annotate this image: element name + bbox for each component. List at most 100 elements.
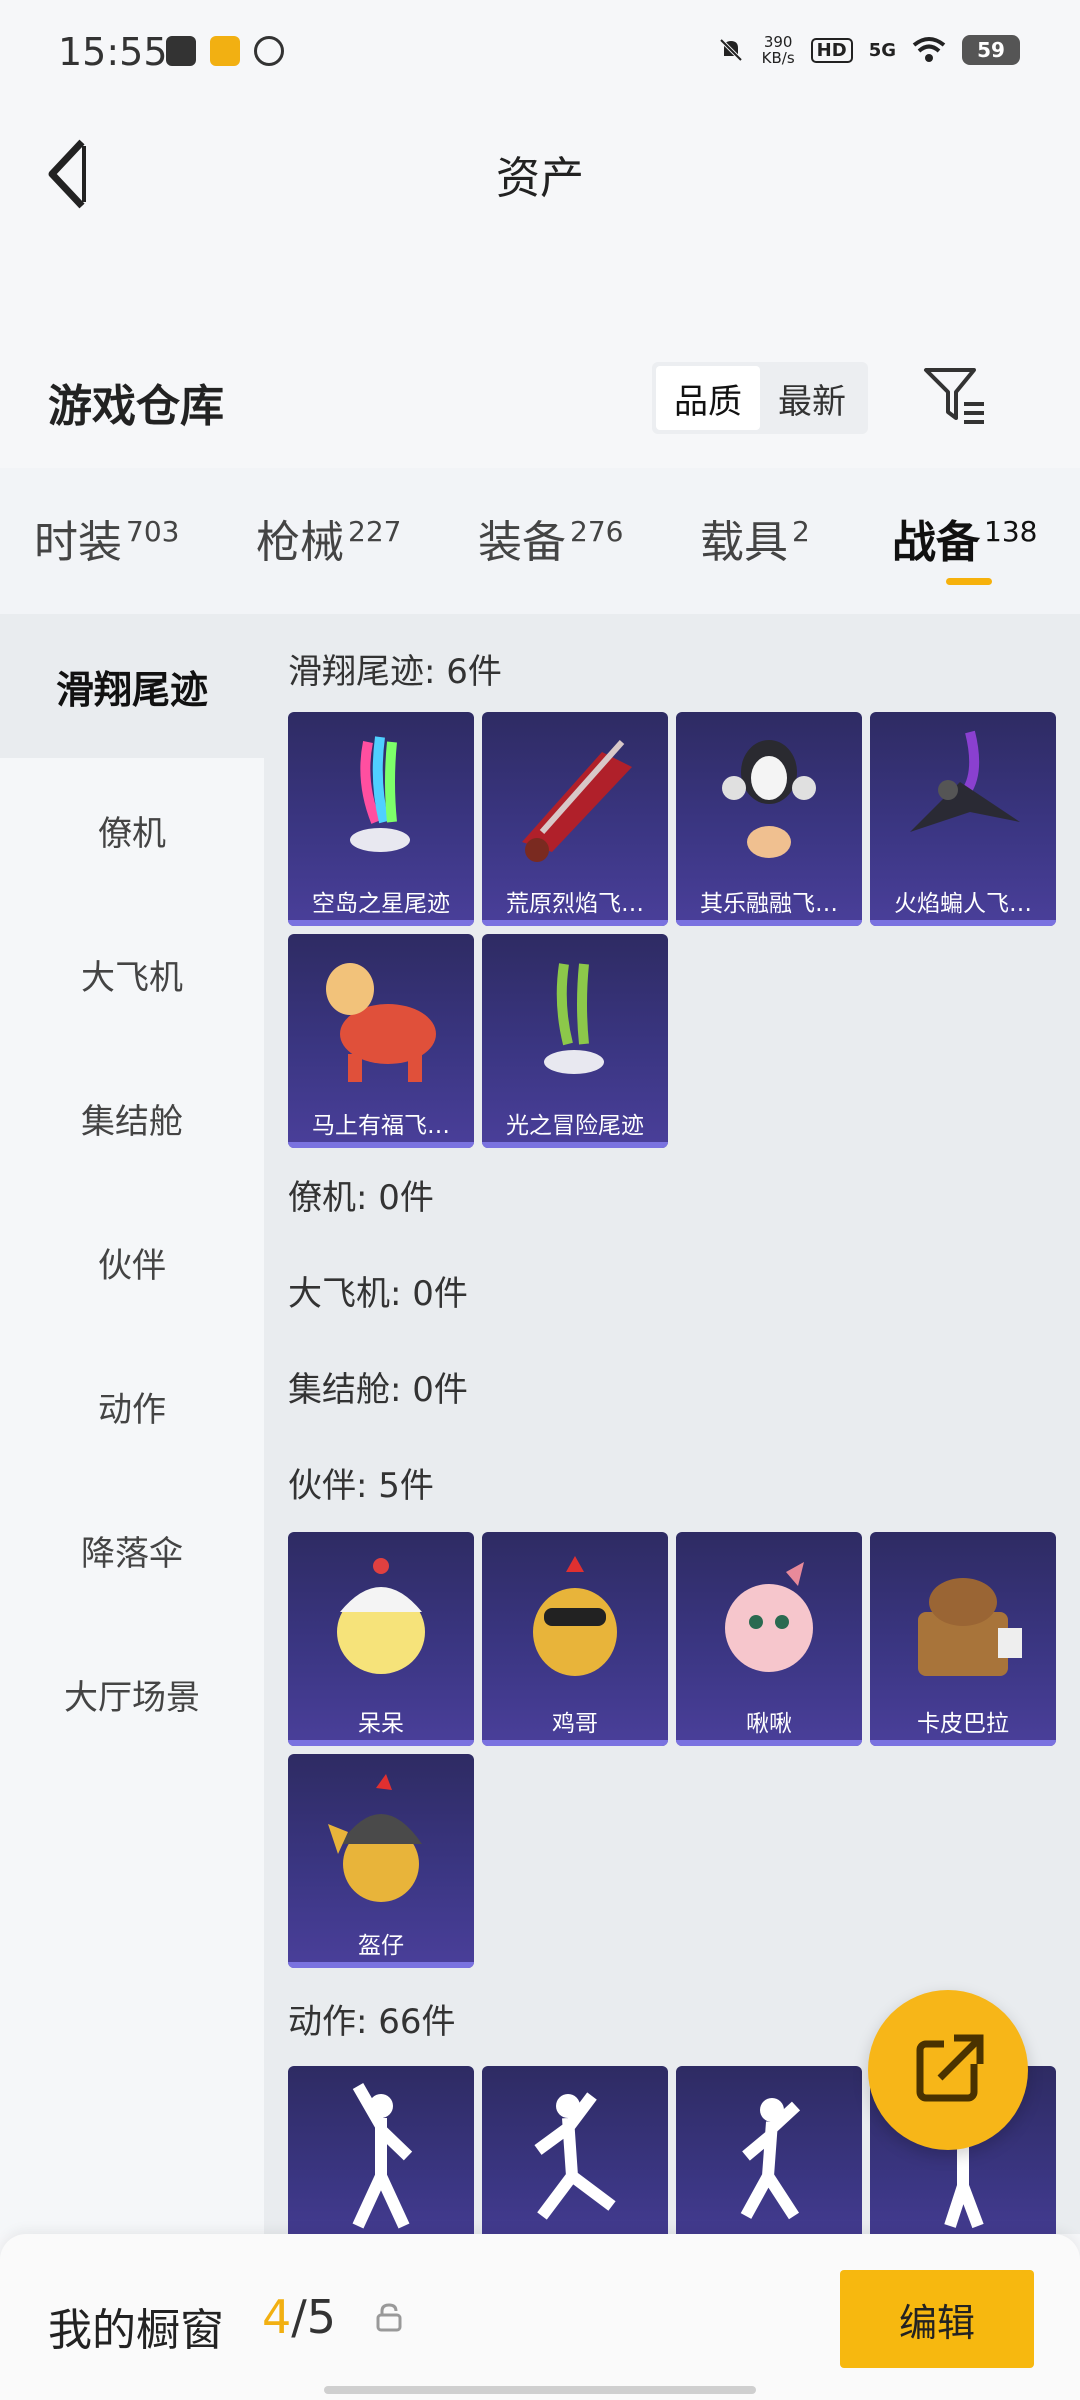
tab-count: 2 <box>792 515 810 548</box>
item-name: 空岛之星尾迹 <box>312 891 450 917</box>
showcase-count: 4/5 <box>262 2290 336 2344</box>
battery-indicator: 59 <box>962 35 1020 65</box>
lock-icon <box>376 2303 402 2332</box>
tab-label: 装备 <box>478 517 566 568</box>
item-card[interactable]: 火焰蝙人飞… <box>870 712 1056 926</box>
green-trail-image <box>544 963 604 1074</box>
section-title-emote: 动作: 66件 <box>288 2002 456 2042</box>
penguin-wing-image <box>722 740 816 858</box>
helmet-chick-image <box>328 1774 422 1902</box>
rainbow-trail-image <box>350 736 410 852</box>
showcase-bar: 我的橱窗 4/5 编辑 <box>0 2234 1080 2400</box>
item-name: 呆呆 <box>358 1711 404 1737</box>
sidebar-item-big-plane[interactable]: 大飞机 <box>0 902 264 1046</box>
item-name: 鸡哥 <box>552 1711 598 1737</box>
item-name: 其乐融融飞… <box>700 891 838 917</box>
pink-bird-image <box>725 1562 813 1672</box>
showcase-total: 5 <box>306 2290 337 2344</box>
item-card[interactable]: 光之冒险尾迹 <box>482 934 668 1148</box>
filter-icon[interactable] <box>920 362 988 430</box>
item-name: 啾啾 <box>746 1711 792 1737</box>
active-tab-indicator <box>946 578 992 585</box>
showcase-label: 我的橱窗 <box>48 2305 224 2356</box>
showcase-current: 4 <box>262 2290 292 2344</box>
item-card[interactable]: 卡皮巴拉 <box>870 1532 1056 1746</box>
item-name: 光之冒险尾迹 <box>506 1113 644 1139</box>
home-indicator[interactable] <box>324 2386 756 2394</box>
sidebar-item-glide-trail[interactable]: 滑翔尾迹 <box>0 614 264 758</box>
section-title-glide-trail: 滑翔尾迹: 6件 <box>288 652 502 692</box>
sort-latest-button[interactable]: 最新 <box>760 366 864 430</box>
header: 资产 <box>0 110 1080 340</box>
system-icons: 390 KB/s HD 5G 59 <box>716 34 1020 66</box>
sort-toggle: 品质 最新 <box>652 362 868 434</box>
tab-vehicles[interactable]: 载具 2 <box>700 506 810 570</box>
sidebar-item-emote[interactable]: 动作 <box>0 1334 264 1478</box>
speed-unit: KB/s <box>761 49 795 67</box>
section-title-wingman: 僚机: 0件 <box>288 1178 434 1218</box>
notification-icons <box>166 36 284 66</box>
item-card[interactable]: 呆呆 <box>288 1532 474 1746</box>
category-tabs: 时装 703 枪械 227 装备 276 载具 2 战备 138 <box>0 468 1080 614</box>
sidebar-item-parachute[interactable]: 降落伞 <box>0 1478 264 1622</box>
item-card[interactable]: 盔仔 <box>288 1754 474 1968</box>
leaf-icon <box>254 36 284 66</box>
item-card[interactable] <box>288 2066 474 2234</box>
sidebar: 滑翔尾迹 僚机 大飞机 集结舱 伙伴 动作 降落伞 大厅场景 <box>0 614 264 2234</box>
edit-button[interactable]: 编辑 <box>840 2270 1034 2368</box>
wifi-icon <box>912 37 946 62</box>
item-name: 卡皮巴拉 <box>917 1711 1009 1737</box>
item-name: 马上有福飞… <box>312 1113 450 1139</box>
message-icon <box>166 36 196 66</box>
item-card[interactable]: 马上有福飞… <box>288 934 474 1148</box>
tab-count: 138 <box>984 515 1038 548</box>
mute-bell-icon <box>718 37 744 63</box>
signal-5g: 5G <box>868 39 896 61</box>
item-name: 盔仔 <box>358 1933 404 1959</box>
app-notification-icon <box>210 36 240 66</box>
sidebar-item-lobby-scene[interactable]: 大厅场景 <box>0 1622 264 1766</box>
share-button[interactable] <box>868 1990 1028 2150</box>
dance-pose-image <box>740 2098 801 2220</box>
tab-equipment[interactable]: 装备 276 <box>478 506 623 570</box>
flame-wing-image <box>522 740 632 862</box>
sidebar-item-companion[interactable]: 伙伴 <box>0 1190 264 1334</box>
item-card[interactable]: 鸡哥 <box>482 1532 668 1746</box>
section-title-companion: 伙伴: 5件 <box>288 1466 434 1506</box>
rooster-image <box>533 1556 617 1676</box>
tab-label: 时装 <box>34 517 122 568</box>
tab-fashion[interactable]: 时装 703 <box>34 506 179 570</box>
section-title-rally-pod: 集结舱: 0件 <box>288 1370 468 1410</box>
section-title-big-plane: 大飞机: 0件 <box>288 1274 468 1314</box>
item-card[interactable]: 荒原烈焰飞… <box>482 712 668 926</box>
page-title: 资产 <box>496 153 584 204</box>
item-name: 火焰蝙人飞… <box>894 891 1032 917</box>
item-card[interactable] <box>482 2066 668 2234</box>
sidebar-item-rally-pod[interactable]: 集结舱 <box>0 1046 264 1190</box>
tab-combat-gear[interactable]: 战备 138 <box>892 506 1037 570</box>
share-icon <box>916 2034 984 2102</box>
item-card[interactable] <box>676 2066 862 2234</box>
tab-label: 战备 <box>892 517 980 568</box>
tab-label: 载具 <box>700 517 788 568</box>
tab-count: 276 <box>570 515 624 548</box>
warehouse-title: 游戏仓库 <box>48 381 224 432</box>
tab-count: 227 <box>348 515 402 548</box>
status-bar: 15:55 390 KB/s HD 5G 59 <box>0 0 1080 110</box>
hd-badge: HD <box>810 37 853 63</box>
item-card[interactable]: 其乐融融飞… <box>676 712 862 926</box>
bat-wing-image <box>910 730 1020 832</box>
tab-guns[interactable]: 枪械 227 <box>256 506 401 570</box>
dance-pose-image <box>352 2083 413 2229</box>
status-time: 15:55 <box>58 30 168 74</box>
showcase-separator: / <box>291 2290 307 2344</box>
sidebar-item-wingman[interactable]: 僚机 <box>0 758 264 902</box>
network-speed: 390 KB/s <box>762 34 795 66</box>
speed-value: 390 <box>763 33 793 51</box>
chick-image <box>337 1558 425 1674</box>
item-card[interactable]: 啾啾 <box>676 1532 862 1746</box>
sort-quality-button[interactable]: 品质 <box>656 366 760 430</box>
tab-label: 枪械 <box>256 517 344 568</box>
item-card[interactable]: 空岛之星尾迹 <box>288 712 474 926</box>
horse-wing-image <box>326 963 436 1082</box>
